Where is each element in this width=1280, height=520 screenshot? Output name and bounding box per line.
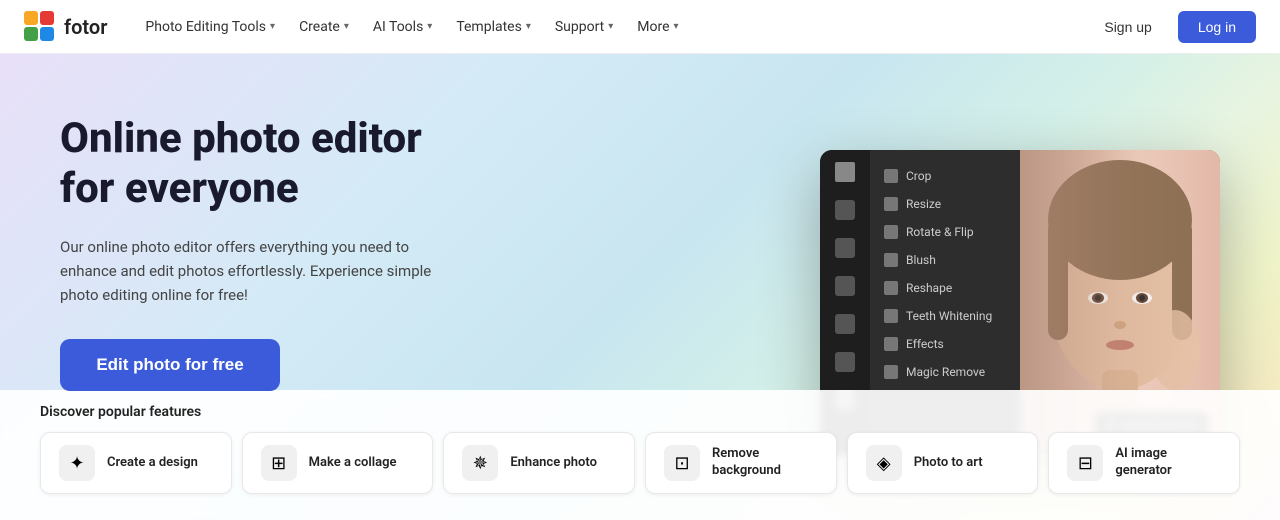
feature-ai-image-generator-label: AI image generator — [1115, 446, 1221, 480]
sidebar-icon-frame[interactable] — [835, 314, 855, 334]
sidebar-icon-sliders[interactable] — [835, 200, 855, 220]
edit-photo-button[interactable]: Edit photo for free — [60, 339, 280, 391]
panel-item-crop[interactable]: Crop — [870, 162, 1020, 190]
nav-photo-editing-tools[interactable]: Photo Editing Tools ▾ — [135, 13, 285, 41]
crop-icon — [884, 169, 898, 183]
panel-item-reshape[interactable]: Reshape — [870, 274, 1020, 302]
feature-remove-background-label: Remove background — [712, 446, 818, 480]
chevron-down-icon: ▾ — [344, 21, 349, 32]
magic-remove-icon — [884, 365, 898, 379]
nav-create[interactable]: Create ▾ — [289, 13, 359, 41]
login-button[interactable]: Log in — [1178, 11, 1256, 43]
effects-icon — [884, 337, 898, 351]
hero-left: Online photo editor for everyone Our onl… — [0, 54, 520, 520]
feature-photo-to-art-label: Photo to art — [914, 455, 983, 472]
feature-ai-image-generator[interactable]: ⊟ AI image generator — [1048, 432, 1240, 494]
main-section: Online photo editor for everyone Our onl… — [0, 54, 1280, 520]
chevron-down-icon: ▾ — [608, 21, 613, 32]
panel-item-blush[interactable]: Blush — [870, 246, 1020, 274]
logo-icon — [24, 11, 56, 43]
feature-photo-to-art[interactable]: ◈ Photo to art — [847, 432, 1039, 494]
navbar: fotor Photo Editing Tools ▾ Create ▾ AI … — [0, 0, 1280, 54]
resize-icon — [884, 197, 898, 211]
sidebar-icon-group[interactable] — [835, 352, 855, 372]
nav-ai-tools[interactable]: AI Tools ▾ — [363, 13, 442, 41]
logo-text: fotor — [64, 15, 107, 39]
remove-background-icon: ⊡ — [664, 445, 700, 481]
feature-enhance-photo-label: Enhance photo — [510, 455, 597, 472]
sidebar-icon-person[interactable] — [835, 238, 855, 258]
nav-more[interactable]: More ▾ — [627, 13, 688, 41]
nav-items: Photo Editing Tools ▾ Create ▾ AI Tools … — [135, 13, 1088, 41]
panel-item-rotate[interactable]: Rotate & Flip — [870, 218, 1020, 246]
blush-icon — [884, 253, 898, 267]
panel-item-teeth[interactable]: Teeth Whitening — [870, 302, 1020, 330]
panel-item-effects[interactable]: Effects — [870, 330, 1020, 358]
rotate-icon — [884, 225, 898, 239]
panel-item-resize[interactable]: Resize — [870, 190, 1020, 218]
chevron-down-icon: ▾ — [270, 21, 275, 32]
panel-item-magic-remove[interactable]: Magic Remove — [870, 358, 1020, 386]
hero-description: Our online photo editor offers everythin… — [60, 235, 440, 307]
chevron-down-icon: ▾ — [427, 21, 432, 32]
logo[interactable]: fotor — [24, 11, 107, 43]
nav-actions: Sign up Log in — [1088, 11, 1256, 43]
sidebar-icon-grid[interactable] — [835, 162, 855, 182]
photo-to-art-icon: ◈ — [866, 445, 902, 481]
nav-templates[interactable]: Templates ▾ — [446, 13, 541, 41]
nav-support[interactable]: Support ▾ — [545, 13, 623, 41]
teeth-icon — [884, 309, 898, 323]
ai-image-generator-icon: ⊟ — [1067, 445, 1103, 481]
chevron-down-icon: ▾ — [526, 21, 531, 32]
reshape-icon — [884, 281, 898, 295]
feature-remove-background[interactable]: ⊡ Remove background — [645, 432, 837, 494]
chevron-down-icon: ▾ — [674, 21, 679, 32]
sidebar-icon-eye[interactable] — [835, 276, 855, 296]
signup-button[interactable]: Sign up — [1088, 11, 1167, 43]
hero-title: Online photo editor for everyone — [60, 114, 480, 215]
